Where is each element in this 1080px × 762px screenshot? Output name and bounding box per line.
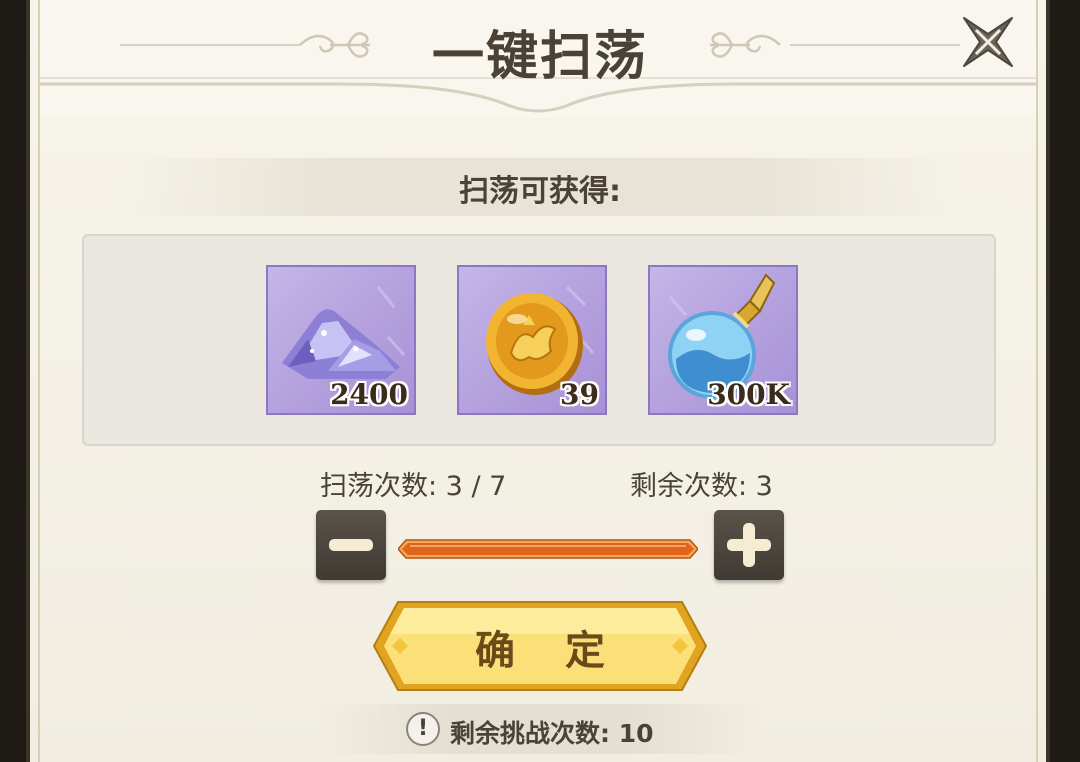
flourish-right-icon (710, 32, 781, 58)
dialog-title: 一键扫荡 (431, 27, 648, 87)
reward-item-crystal[interactable]: 2400 (266, 265, 416, 415)
sweep-count-slider[interactable] (398, 538, 698, 560)
reward-quantity: 300K (707, 378, 790, 411)
reward-item-potion[interactable]: 300K (648, 265, 798, 415)
reward-quantity: 2400 (330, 378, 408, 411)
decrease-button[interactable] (316, 510, 386, 580)
reward-item-coin[interactable]: 39 (457, 265, 607, 415)
increase-button[interactable] (714, 510, 784, 580)
header-line-right (790, 44, 960, 46)
reward-quantity: 39 (560, 378, 599, 411)
minus-icon (329, 539, 373, 551)
sweep-count-label: 扫荡次数: 3 / 7 (320, 471, 507, 502)
exclamation-icon: ! (406, 712, 440, 746)
close-icon[interactable] (958, 12, 1018, 72)
remaining-count-label: 剩余次数: 3 (630, 471, 773, 502)
remaining-challenges-text: 剩余挑战次数: 10 (450, 719, 654, 748)
plus-icon (727, 523, 771, 567)
confirm-label: 确 定 (475, 628, 623, 674)
slider-fill (402, 543, 694, 555)
rewards-subtitle: 扫荡可获得: (459, 174, 621, 209)
